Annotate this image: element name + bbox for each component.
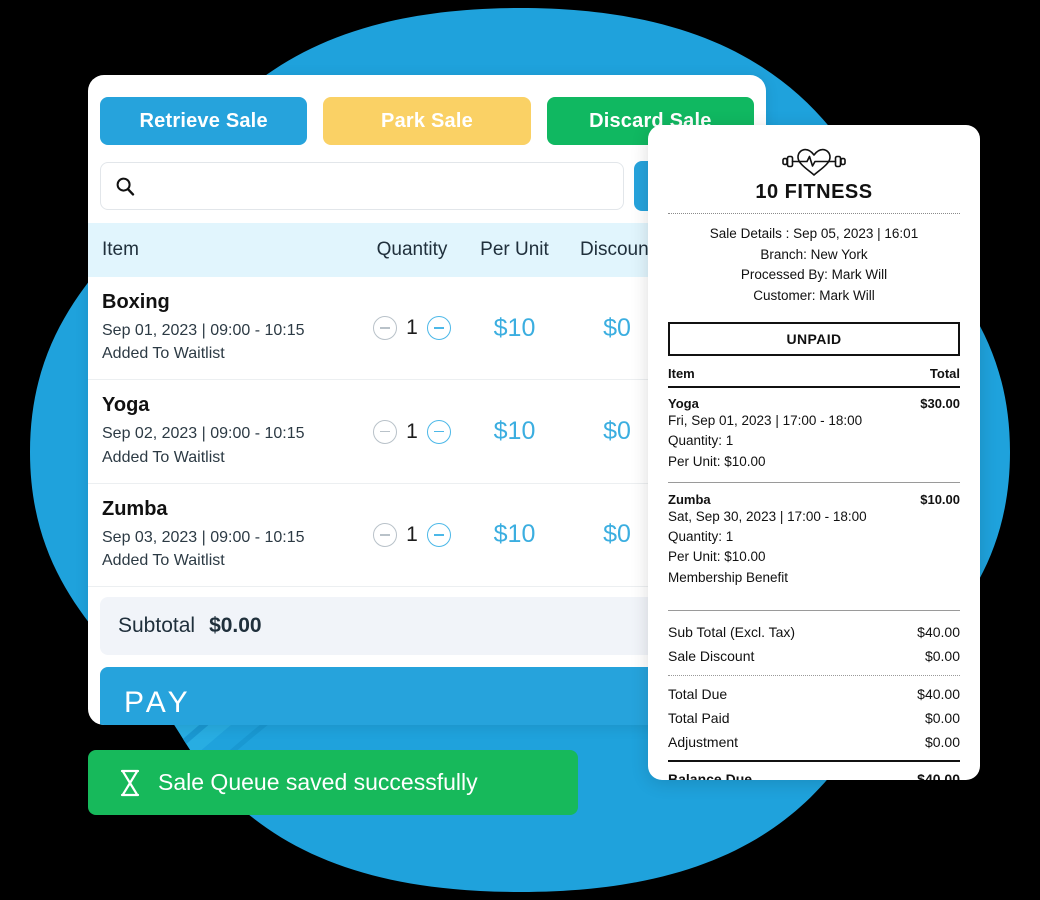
toast-notification: Sale Queue saved successfully: [88, 750, 578, 815]
column-header-item: Item: [88, 223, 357, 277]
hourglass-icon: [120, 769, 140, 796]
receipt-total-paid-row: Total Paid $0.00: [668, 706, 960, 730]
receipt-subtotal-row: Sub Total (Excl. Tax) $40.00: [668, 620, 960, 644]
receipt-processed-by: Processed By: Mark Will: [740, 267, 888, 283]
receipt-balance-due-label: Balance Due: [668, 771, 753, 780]
receipt-item-name: Zumba: [668, 491, 711, 507]
park-sale-button[interactable]: Park Sale: [323, 97, 531, 145]
receipt-column-total: Total: [929, 366, 960, 382]
receipt-total-due-row: Total Due $40.00: [668, 682, 960, 706]
receipt-item-name: Yoga: [668, 396, 699, 412]
increase-quantity-icon[interactable]: [426, 316, 451, 341]
per-unit-value: $10: [467, 483, 562, 588]
receipt-panel: 10 FITNESS Sale Details : Sep 05, 2023 |…: [648, 125, 980, 780]
receipt-branch: Branch: New York: [760, 246, 868, 262]
quantity-stepper[interactable]: 1: [357, 522, 467, 547]
quantity-value: 1: [406, 419, 418, 443]
receipt-item-quantity: Quantity: 1: [668, 433, 734, 449]
quantity-stepper[interactable]: 1: [357, 316, 467, 341]
receipt-totals-divider: [668, 609, 960, 611]
decrease-quantity-icon[interactable]: [373, 522, 398, 547]
receipt-item-amount: $10.00: [920, 491, 960, 507]
receipt-item-schedule: Sat, Sep 30, 2023 | 17:00 - 18:00: [668, 508, 867, 524]
receipt-total-due-value: $40.00: [917, 685, 960, 702]
column-header-per-unit: Per Unit: [467, 223, 562, 277]
receipt-sale-discount-row: Sale Discount $0.00: [668, 644, 960, 668]
decrease-quantity-icon[interactable]: [373, 316, 398, 341]
receipt-column-headers: Item Total: [668, 364, 960, 381]
receipt-balance-due-row: Balance Due $40.00: [668, 767, 960, 780]
receipt-line-item: Zumba $10.00 Sat, Sep 30, 2023 | 17:00 -…: [668, 492, 960, 588]
receipt-dotted-divider: [668, 674, 960, 676]
receipt-line-item: Yoga $30.00 Fri, Sep 01, 2023 | 17:00 - …: [668, 396, 960, 472]
receipt-item-divider: [668, 481, 960, 483]
quantity-cell: 1: [357, 379, 467, 484]
receipt-balance-divider: [668, 760, 960, 763]
item-schedule: Sep 03, 2023 | 09:00 - 10:15: [102, 528, 305, 546]
receipt-adjustment-row: Adjustment $0.00: [668, 730, 960, 754]
receipt-brand: 10 FITNESS: [755, 181, 873, 203]
item-name: Zumba: [102, 497, 168, 520]
receipt-item-per-unit: Per Unit: $10.00: [668, 453, 766, 469]
receipt-sale-discount-label: Sale Discount: [668, 647, 755, 664]
increase-quantity-icon[interactable]: [426, 522, 451, 547]
search-input[interactable]: [145, 162, 609, 210]
receipt-subtotal-value: $40.00: [917, 623, 960, 640]
receipt-item-note: Membership Benefit: [668, 569, 789, 585]
decrease-quantity-icon[interactable]: [373, 419, 398, 444]
item-status: Added To Waitlist: [102, 345, 225, 363]
receipt-meta: Sale Details : Sep 05, 2023 | 16:01 Bran…: [668, 224, 960, 306]
search-box[interactable]: [100, 162, 624, 210]
receipt-item-schedule: Fri, Sep 01, 2023 | 17:00 - 18:00: [668, 413, 863, 429]
quantity-value: 1: [406, 316, 418, 340]
receipt-balance-due-value: $40.00: [917, 771, 960, 780]
receipt-adjustment-value: $0.00: [924, 734, 960, 751]
receipt-adjustment-label: Adjustment: [668, 734, 739, 751]
item-name: Yoga: [102, 394, 150, 417]
item-cell: Boxing Sep 01, 2023 | 09:00 - 10:15 Adde…: [88, 277, 357, 381]
increase-quantity-icon[interactable]: [426, 419, 451, 444]
item-cell: Yoga Sep 02, 2023 | 09:00 - 10:15 Added …: [88, 379, 357, 484]
quantity-cell: 1: [357, 277, 467, 381]
receipt-item-quantity: Quantity: 1: [668, 529, 734, 545]
item-schedule: Sep 02, 2023 | 09:00 - 10:15: [102, 425, 305, 443]
receipt-total-paid-value: $0.00: [924, 710, 960, 727]
receipt-item-head: Zumba $10.00: [668, 492, 960, 507]
receipt-divider-top: [668, 213, 960, 214]
column-header-quantity: Quantity: [357, 223, 467, 277]
receipt-total-due-label: Total Due: [668, 685, 728, 702]
receipt-item-head: Yoga $30.00: [668, 396, 960, 411]
payment-status-badge: UNPAID: [668, 322, 960, 357]
receipt-item-per-unit: Per Unit: $10.00: [668, 549, 766, 565]
receipt-logo: [668, 145, 960, 179]
toast-message: Sale Queue saved successfully: [158, 769, 478, 795]
subtotal-value: $0.00: [209, 614, 262, 638]
quantity-cell: 1: [357, 483, 467, 588]
item-name: Boxing: [102, 291, 170, 313]
per-unit-value: $10: [467, 379, 562, 484]
receipt-rule: [668, 386, 960, 389]
pay-label: PAY: [124, 686, 192, 720]
quantity-stepper[interactable]: 1: [357, 419, 467, 444]
item-cell: Zumba Sep 03, 2023 | 09:00 - 10:15 Added…: [88, 483, 357, 588]
search-icon: [116, 177, 135, 196]
receipt-sale-details: Sale Details : Sep 05, 2023 | 16:01: [709, 226, 919, 241]
quantity-value: 1: [406, 522, 418, 546]
item-status: Added To Waitlist: [102, 448, 225, 466]
receipt-sale-discount-value: $0.00: [924, 647, 960, 664]
receipt-item-amount: $30.00: [920, 396, 960, 412]
receipt-total-paid-label: Total Paid: [668, 710, 730, 727]
receipt-column-item: Item: [668, 366, 695, 382]
receipt-customer: Customer: Mark Will: [753, 287, 875, 303]
item-status: Added To Waitlist: [102, 551, 225, 569]
heart-dumbbell-icon: [782, 148, 846, 176]
receipt-subtotal-label: Sub Total (Excl. Tax): [668, 623, 796, 640]
per-unit-value: $10: [467, 277, 562, 381]
retrieve-sale-button[interactable]: Retrieve Sale: [100, 97, 308, 145]
subtotal-label: Subtotal: [118, 614, 196, 638]
item-schedule: Sep 01, 2023 | 09:00 - 10:15: [102, 322, 305, 339]
